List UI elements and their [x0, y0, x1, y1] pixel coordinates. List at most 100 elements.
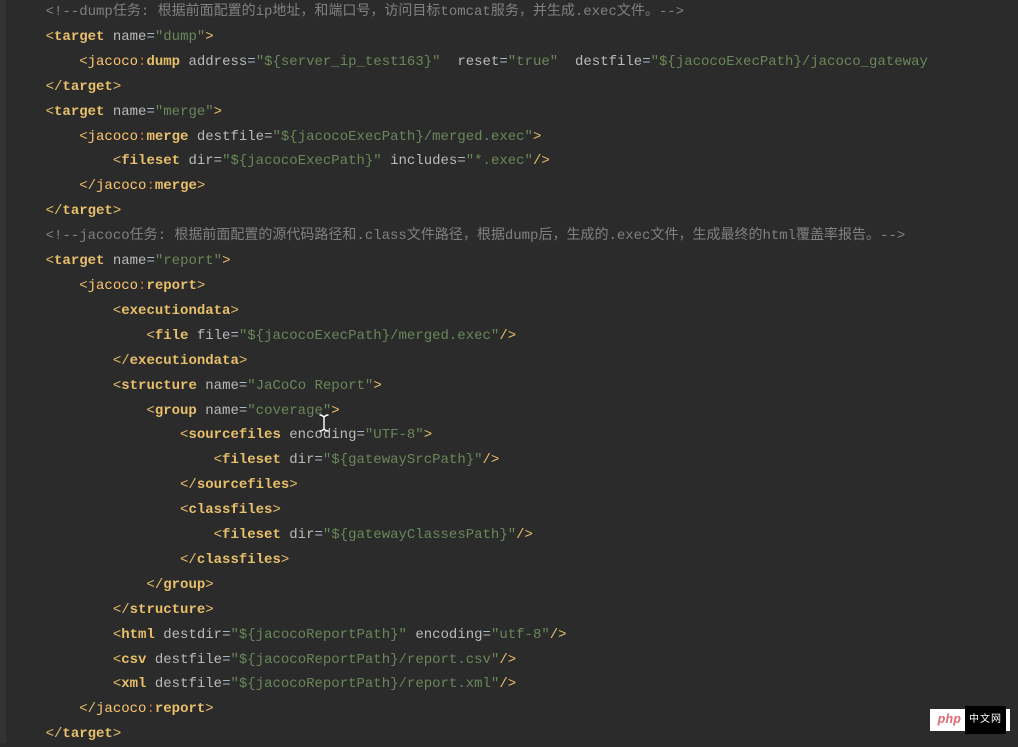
- code-token: <: [46, 29, 54, 45]
- code-token: name: [113, 104, 147, 120]
- code-token: "${server_ip_test163}": [256, 54, 441, 70]
- code-line[interactable]: <csv destfile="${jacocoReportPath}/repor…: [12, 648, 1018, 673]
- code-line[interactable]: </sourcefiles>: [12, 473, 1018, 498]
- code-token: merge: [146, 129, 188, 145]
- code-token: report: [155, 701, 205, 717]
- code-line[interactable]: <executiondata>: [12, 299, 1018, 324]
- code-token: "${jacocoExecPath}/merged.exec": [239, 328, 499, 344]
- code-token: target: [54, 104, 104, 120]
- code-token: encoding: [415, 627, 482, 643]
- code-line[interactable]: <html destdir="${jacocoReportPath}" enco…: [12, 623, 1018, 648]
- code-line[interactable]: <jacoco:report>: [12, 274, 1018, 299]
- code-token: [281, 527, 289, 543]
- code-token: classfiles: [188, 502, 272, 518]
- code-token: <: [113, 676, 121, 692]
- code-line[interactable]: <jacoco:dump address="${server_ip_test16…: [12, 50, 1018, 75]
- code-token: <: [79, 278, 87, 294]
- code-line[interactable]: </structure>: [12, 598, 1018, 623]
- code-token: dir: [289, 452, 314, 468]
- code-token: </: [79, 701, 96, 717]
- code-token: >: [533, 129, 541, 145]
- code-token: xml: [121, 676, 146, 692]
- code-token: </: [146, 577, 163, 593]
- code-token: dump: [146, 54, 180, 70]
- code-token: jacoco: [96, 701, 146, 717]
- code-token: <: [113, 627, 121, 643]
- code-line[interactable]: </group>: [12, 573, 1018, 598]
- code-token: sourcefiles: [197, 477, 289, 493]
- code-token: html: [121, 627, 155, 643]
- code-token: />: [516, 527, 533, 543]
- code-token: jacoco: [88, 54, 138, 70]
- code-line[interactable]: <target name="report">: [12, 249, 1018, 274]
- code-token: [281, 452, 289, 468]
- code-token: "${jacocoReportPath}/report.xml": [230, 676, 499, 692]
- code-token: <: [46, 253, 54, 269]
- editor-gutter: [0, 0, 6, 743]
- code-token: >: [424, 427, 432, 443]
- code-line[interactable]: </jacoco:merge>: [12, 174, 1018, 199]
- code-line[interactable]: <fileset dir="${gatewayClassesPath}"/>: [12, 523, 1018, 548]
- code-token: =: [230, 328, 238, 344]
- code-token: file: [197, 328, 231, 344]
- code-token: =: [214, 153, 222, 169]
- code-token: "JaCoCo Report": [247, 378, 373, 394]
- code-token: <: [113, 153, 121, 169]
- code-line[interactable]: <!--jacoco任务: 根据前面配置的源代码路径和.class文件路径，根据…: [12, 224, 1018, 249]
- code-token: "utf-8": [491, 627, 550, 643]
- code-token: "${gatewaySrcPath}": [323, 452, 483, 468]
- code-line[interactable]: <fileset dir="${gatewaySrcPath}"/>: [12, 448, 1018, 473]
- code-line[interactable]: <target name="merge">: [12, 100, 1018, 125]
- code-token: report: [146, 278, 196, 294]
- code-token: =: [239, 403, 247, 419]
- code-token: >: [230, 303, 238, 319]
- code-token: >: [205, 577, 213, 593]
- code-token: >: [222, 253, 230, 269]
- code-token: >: [214, 104, 222, 120]
- code-token: structure: [121, 378, 197, 394]
- code-token: target: [54, 253, 104, 269]
- code-line[interactable]: </target>: [12, 199, 1018, 224]
- code-token: name: [205, 403, 239, 419]
- watermark-php: php: [934, 708, 965, 733]
- code-line[interactable]: <target name="dump">: [12, 25, 1018, 50]
- code-token: <: [79, 129, 87, 145]
- code-token: [155, 627, 163, 643]
- code-line[interactable]: <xml destfile="${jacocoReportPath}/repor…: [12, 672, 1018, 697]
- code-token: =: [264, 129, 272, 145]
- code-token: <: [113, 303, 121, 319]
- code-line[interactable]: </target>: [12, 75, 1018, 100]
- code-token: target: [54, 29, 104, 45]
- code-token: <!--jacoco任务: 根据前面配置的源代码路径和.class文件路径，根据…: [46, 228, 906, 244]
- code-token: =: [314, 452, 322, 468]
- code-line[interactable]: <structure name="JaCoCo Report">: [12, 374, 1018, 399]
- code-token: [146, 676, 154, 692]
- code-line[interactable]: <sourcefiles encoding="UTF-8">: [12, 423, 1018, 448]
- code-token: />: [550, 627, 567, 643]
- code-token: fileset: [121, 153, 180, 169]
- code-line[interactable]: <classfiles>: [12, 498, 1018, 523]
- code-line[interactable]: <group name="coverage">: [12, 399, 1018, 424]
- code-token: address: [188, 54, 247, 70]
- code-editor[interactable]: <!--dump任务: 根据前面配置的ip地址，和端口号，访问目标tomcat服…: [6, 0, 1018, 747]
- code-token: >: [197, 278, 205, 294]
- code-line[interactable]: <fileset dir="${jacocoExecPath}" include…: [12, 149, 1018, 174]
- code-token: </: [46, 203, 63, 219]
- code-line[interactable]: </jacoco:report>: [12, 697, 1018, 722]
- code-line[interactable]: </executiondata>: [12, 349, 1018, 374]
- code-token: jacoco: [96, 178, 146, 194]
- code-token: includes: [390, 153, 457, 169]
- code-token: =: [146, 253, 154, 269]
- code-line[interactable]: <jacoco:merge destfile="${jacocoExecPath…: [12, 125, 1018, 150]
- code-token: <: [113, 652, 121, 668]
- code-token: </: [113, 602, 130, 618]
- code-line[interactable]: <!--dump任务: 根据前面配置的ip地址，和端口号，访问目标tomcat服…: [12, 0, 1018, 25]
- code-line[interactable]: <file file="${jacocoExecPath}/merged.exe…: [12, 324, 1018, 349]
- code-token: dir: [188, 153, 213, 169]
- code-token: target: [62, 203, 112, 219]
- code-line[interactable]: </target>: [12, 722, 1018, 747]
- code-token: />: [499, 328, 516, 344]
- code-line[interactable]: </classfiles>: [12, 548, 1018, 573]
- code-token: [188, 328, 196, 344]
- code-token: </: [180, 552, 197, 568]
